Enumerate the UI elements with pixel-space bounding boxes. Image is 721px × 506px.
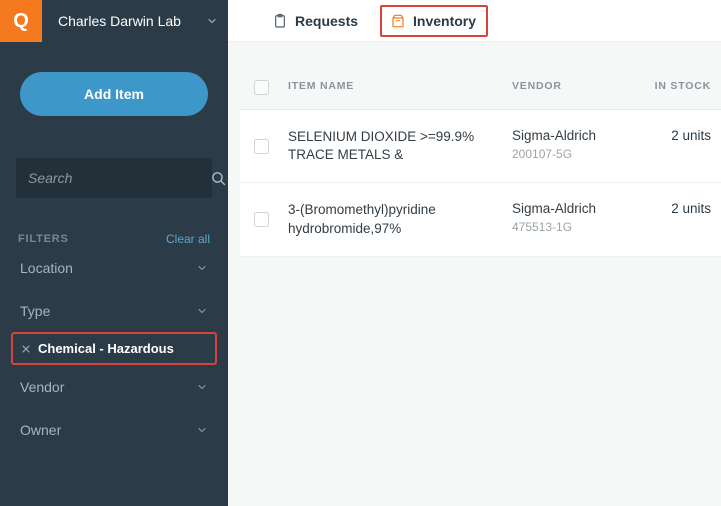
chevron-down-icon: [206, 15, 218, 27]
inventory-table: ITEM NAME VENDOR IN STOCK SELENIUM DIOXI…: [240, 66, 721, 257]
add-item-button[interactable]: Add Item: [20, 72, 208, 116]
filter-label: Type: [20, 303, 50, 319]
vendor-sku: 475513-1G: [512, 220, 628, 234]
lab-selector[interactable]: Charles Darwin Lab: [42, 0, 228, 42]
sidebar-top: Q Charles Darwin Lab: [0, 0, 228, 42]
chevron-down-icon: [196, 262, 208, 274]
close-icon[interactable]: [20, 343, 32, 355]
col-header-vendor[interactable]: VENDOR: [512, 80, 628, 95]
item-name: 3-(Bromomethyl)pyridine hydrobromide,97%: [288, 201, 512, 237]
tab-bar: Requests Inventory: [228, 0, 721, 42]
app-logo: Q: [0, 0, 42, 42]
box-icon: [390, 12, 406, 30]
clear-all-filters[interactable]: Clear all: [166, 232, 210, 246]
stock-count: 2 units: [628, 128, 721, 164]
vendor-sku: 200107-5G: [512, 147, 628, 161]
sidebar: Q Charles Darwin Lab Add Item FILTERS Cl…: [0, 0, 228, 506]
tab-inventory[interactable]: Inventory: [380, 5, 488, 37]
filter-label: Vendor: [20, 379, 64, 395]
search-input[interactable]: [28, 170, 210, 186]
vendor-name: Sigma-Aldrich: [512, 201, 628, 216]
filters-title: FILTERS: [18, 233, 69, 245]
filter-item-type[interactable]: Type: [16, 289, 212, 332]
filters-header: FILTERS Clear all: [18, 232, 210, 246]
table-row[interactable]: 3-(Bromomethyl)pyridine hydrobromide,97%…: [240, 183, 721, 256]
filter-item-vendor[interactable]: Vendor: [16, 365, 212, 408]
chevron-down-icon: [196, 305, 208, 317]
col-header-stock[interactable]: IN STOCK: [628, 80, 721, 95]
vendor-name: Sigma-Aldrich: [512, 128, 628, 143]
applied-filter-label: Chemical - Hazardous: [38, 341, 174, 356]
chevron-down-icon: [196, 424, 208, 436]
filter-label: Owner: [20, 422, 61, 438]
select-all-checkbox[interactable]: [254, 80, 269, 95]
row-checkbox[interactable]: [254, 139, 269, 154]
content-area: ITEM NAME VENDOR IN STOCK SELENIUM DIOXI…: [228, 42, 721, 506]
filter-item-owner[interactable]: Owner: [16, 408, 212, 451]
search-container: [16, 158, 212, 198]
tab-label: Inventory: [413, 13, 476, 29]
filter-label: Location: [20, 260, 73, 276]
tab-label: Requests: [295, 13, 358, 29]
table-body: SELENIUM DIOXIDE >=99.9% TRACE METALS & …: [240, 110, 721, 257]
table-row[interactable]: SELENIUM DIOXIDE >=99.9% TRACE METALS & …: [240, 110, 721, 183]
filter-item-location[interactable]: Location: [16, 246, 212, 289]
row-checkbox[interactable]: [254, 212, 269, 227]
search-icon[interactable]: [210, 170, 227, 187]
lab-name: Charles Darwin Lab: [58, 13, 181, 29]
stock-count: 2 units: [628, 201, 721, 237]
applied-filter-chip: Chemical - Hazardous: [11, 332, 217, 365]
clipboard-icon: [272, 12, 288, 30]
tab-requests[interactable]: Requests: [266, 8, 364, 34]
item-name: SELENIUM DIOXIDE >=99.9% TRACE METALS &: [288, 128, 512, 164]
main-content: Requests Inventory ITEM NAME VENDOR IN S…: [228, 0, 721, 506]
col-header-name[interactable]: ITEM NAME: [288, 80, 512, 95]
chevron-down-icon: [196, 381, 208, 393]
table-header-row: ITEM NAME VENDOR IN STOCK: [240, 66, 721, 110]
